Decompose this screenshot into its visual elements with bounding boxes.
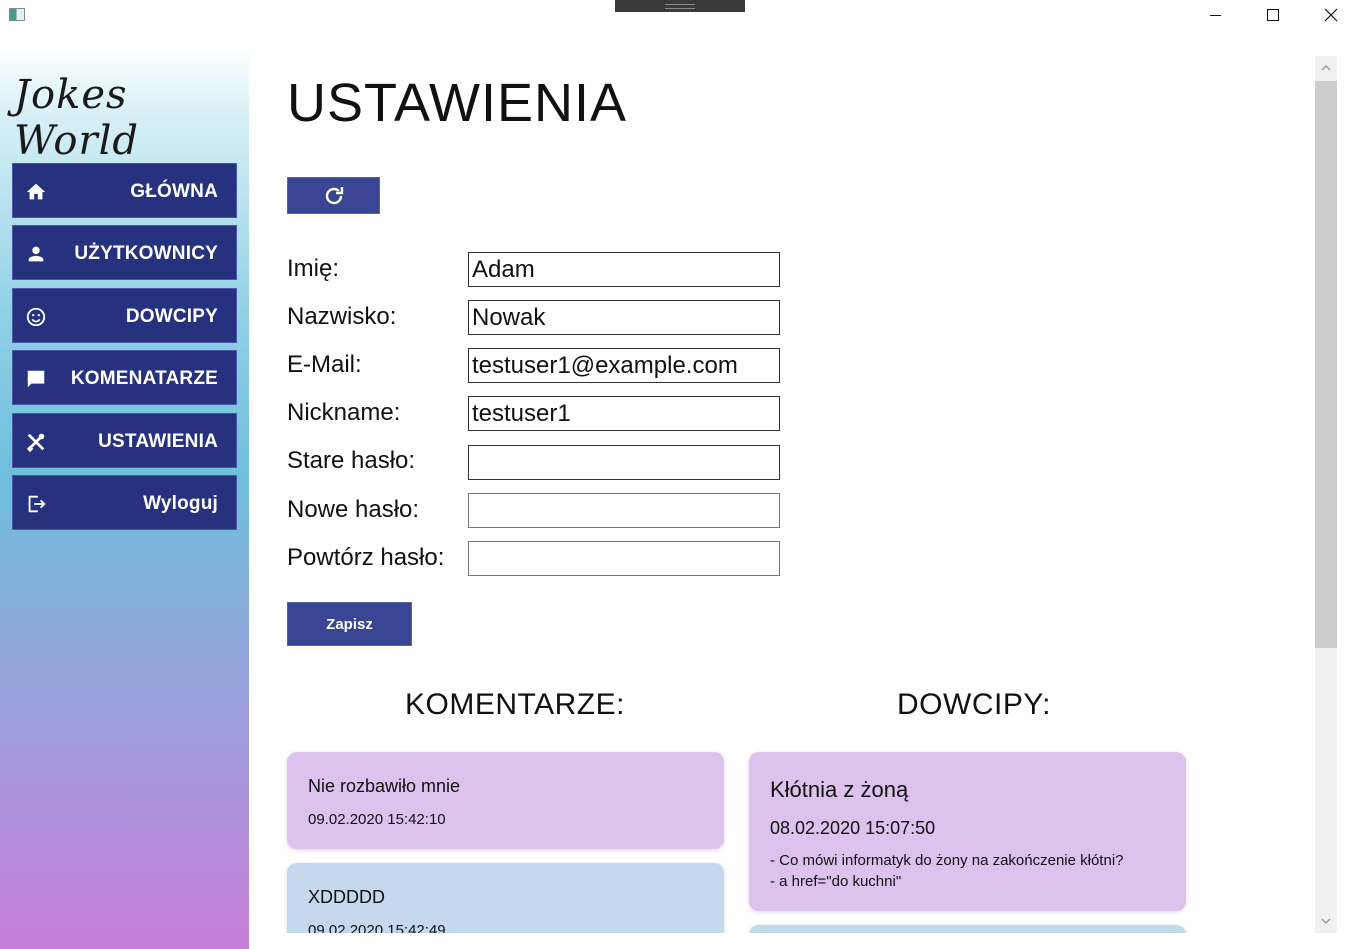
app-logo: Jokes World bbox=[14, 72, 139, 164]
joke-text-line: - Co mówi informatyk do żony na zakończe… bbox=[770, 852, 1124, 869]
close-button[interactable] bbox=[1308, 0, 1348, 30]
page-title: USTAWIENIA bbox=[287, 73, 628, 133]
chevron-down-icon bbox=[1321, 918, 1331, 924]
scroll-down-button[interactable] bbox=[1315, 909, 1337, 933]
logout-icon bbox=[25, 493, 47, 515]
joke-date: 08.02.2020 15:07:50 bbox=[770, 818, 936, 838]
close-icon bbox=[1324, 8, 1338, 22]
joke-title: Kłótnia z żoną bbox=[770, 777, 909, 802]
minimize-button[interactable] bbox=[1192, 0, 1238, 30]
email-label: E-Mail: bbox=[287, 351, 362, 378]
old-password-field[interactable] bbox=[468, 445, 780, 480]
joke-card[interactable]: Kłótnia z żoną 08.02.2020 15:07:50 - Co … bbox=[749, 752, 1186, 911]
comment-card[interactable]: XDDDDD 09.02.2020 15:42:49 bbox=[287, 863, 724, 933]
comment-card[interactable]: Nie rozbawiło mnie 09.02.2020 15:42:10 bbox=[287, 752, 724, 849]
comment-icon bbox=[25, 368, 47, 390]
app-icon bbox=[9, 8, 25, 21]
refresh-button[interactable] bbox=[287, 177, 380, 214]
comments-heading: KOMENTARZE: bbox=[405, 688, 625, 721]
maximize-button[interactable] bbox=[1250, 0, 1296, 30]
comment-text: XDDDDD bbox=[308, 887, 386, 907]
old-password-label: Stare hasło: bbox=[287, 447, 416, 474]
repeat-password-label: Powtórz hasło: bbox=[287, 544, 445, 571]
vertical-scrollbar[interactable] bbox=[1315, 56, 1337, 933]
nav-users-button[interactable]: UŻYTKOWNICY bbox=[12, 225, 237, 280]
sidebar: Jokes World GŁÓWNA UŻYTKOWNICY DOWCIPY K… bbox=[0, 46, 249, 949]
last-name-label: Nazwisko: bbox=[287, 303, 397, 330]
nav-home-button[interactable]: GŁÓWNA bbox=[12, 163, 237, 218]
maximize-icon bbox=[1267, 9, 1279, 21]
nav-label: Wyloguj bbox=[143, 493, 218, 514]
title-bar bbox=[0, 0, 1348, 30]
nickname-label: Nickname: bbox=[287, 399, 401, 426]
joke-card[interactable] bbox=[749, 925, 1186, 933]
nickname-field[interactable] bbox=[468, 396, 780, 431]
first-name-label: Imię: bbox=[287, 255, 340, 282]
last-name-field[interactable] bbox=[468, 300, 780, 335]
joke-text-line: - a href="do kuchni" bbox=[770, 873, 902, 890]
comment-date: 09.02.2020 15:42:49 bbox=[308, 922, 446, 933]
nav-label: USTAWIENIA bbox=[98, 431, 218, 452]
nav-label: KOMENATARZE bbox=[70, 368, 218, 389]
nav-label: GŁÓWNA bbox=[130, 181, 218, 202]
email-field[interactable] bbox=[468, 348, 780, 383]
nav-logout-button[interactable]: Wyloguj bbox=[12, 475, 237, 530]
jokes-heading: DOWCIPY: bbox=[897, 688, 1052, 721]
chevron-up-icon bbox=[1321, 65, 1331, 71]
tools-icon bbox=[25, 431, 47, 453]
home-icon bbox=[25, 181, 47, 203]
nav-comments-button[interactable]: KOMENATARZE bbox=[12, 350, 237, 405]
first-name-field[interactable] bbox=[468, 252, 780, 287]
save-button[interactable]: Zapisz bbox=[287, 602, 412, 646]
nav-label: DOWCIPY bbox=[125, 306, 218, 327]
scroll-thumb[interactable] bbox=[1315, 81, 1337, 648]
comment-date: 09.02.2020 15:42:10 bbox=[308, 811, 446, 828]
minimize-icon bbox=[1209, 14, 1221, 16]
smiley-icon bbox=[25, 306, 47, 328]
scroll-up-button[interactable] bbox=[1315, 56, 1337, 80]
comment-text: Nie rozbawiło mnie bbox=[308, 776, 461, 796]
user-icon bbox=[25, 243, 47, 265]
nav-label: UŻYTKOWNICY bbox=[74, 243, 218, 264]
new-password-label: Nowe hasło: bbox=[287, 496, 420, 523]
repeat-password-field[interactable] bbox=[468, 541, 780, 576]
new-password-field[interactable] bbox=[468, 493, 780, 528]
main-content: USTAWIENIA Imię: Nazwisko: E-Mail: Nickn… bbox=[249, 30, 1315, 933]
nav-jokes-button[interactable]: DOWCIPY bbox=[12, 288, 237, 343]
nav-settings-button[interactable]: USTAWIENIA bbox=[12, 413, 237, 468]
drag-handle[interactable] bbox=[615, 0, 745, 12]
refresh-icon bbox=[325, 186, 343, 204]
